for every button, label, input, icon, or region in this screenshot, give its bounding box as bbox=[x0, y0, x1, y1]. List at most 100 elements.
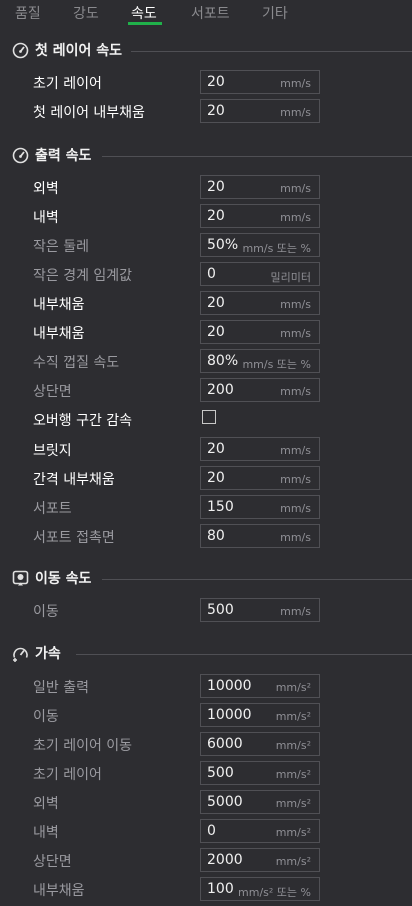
vertical-shell-speed-field[interactable]: 80% mm/s 또는 % bbox=[200, 349, 320, 373]
field-unit: mm/s bbox=[280, 298, 311, 311]
top-surface-acceleration-field[interactable]: 2000 mm/s² bbox=[200, 848, 320, 872]
sparse-infill-acceleration-field[interactable]: 100 mm/s² 또는 % bbox=[200, 877, 320, 901]
first-layer-infill-speed-field[interactable]: 20 mm/s bbox=[200, 99, 320, 123]
field-unit: mm/s bbox=[280, 77, 311, 90]
row-label: 외벽 bbox=[33, 181, 59, 197]
field-unit: mm/s bbox=[280, 502, 311, 515]
row-label: 일반 출력 bbox=[33, 680, 89, 696]
travel-icon bbox=[12, 570, 29, 586]
gap-infill-speed-field[interactable]: 20 mm/s bbox=[200, 466, 320, 490]
row-label: 작은 경계 임계값 bbox=[33, 268, 133, 284]
field-unit: mm/s² bbox=[275, 739, 311, 752]
tab-support[interactable]: 서포트 bbox=[191, 3, 230, 23]
initial-layer-speed-field[interactable]: 20 mm/s bbox=[200, 70, 320, 94]
field-value: 10000 bbox=[207, 678, 252, 694]
acceleration-icon bbox=[13, 647, 28, 662]
field-unit: mm/s² bbox=[275, 826, 311, 839]
field-value: 20 bbox=[207, 179, 225, 195]
field-unit: mm/s bbox=[280, 473, 311, 486]
row-label: 초기 레이어 bbox=[33, 767, 102, 783]
section-divider bbox=[131, 51, 412, 52]
outer-wall-acceleration-field[interactable]: 5000 mm/s² bbox=[200, 790, 320, 814]
support-interface-speed-field[interactable]: 80 mm/s bbox=[200, 524, 320, 548]
infill-speed-field[interactable]: 20 mm/s bbox=[200, 291, 320, 315]
row-label: 초기 레이어 bbox=[33, 76, 102, 92]
section-divider bbox=[102, 579, 412, 580]
speedometer-icon bbox=[12, 147, 29, 164]
row-label: 초기 레이어 이동 bbox=[33, 738, 133, 754]
field-unit: mm/s bbox=[280, 444, 311, 457]
tab-quality[interactable]: 품질 bbox=[15, 3, 41, 23]
field-value: 20 bbox=[207, 103, 225, 119]
tab-other[interactable]: 기타 bbox=[262, 3, 288, 23]
internal-solid-infill-speed-field[interactable]: 20 mm/s bbox=[200, 320, 320, 344]
field-value: 80 bbox=[207, 528, 225, 544]
small-perimeter-speed-field[interactable]: 50% mm/s 또는 % bbox=[200, 233, 320, 257]
small-perimeter-threshold-field[interactable]: 0 밀리미터 bbox=[200, 262, 320, 286]
outer-wall-speed-field[interactable]: 20 mm/s bbox=[200, 175, 320, 199]
section-divider bbox=[76, 654, 412, 655]
active-tab-indicator bbox=[128, 22, 162, 25]
inner-wall-speed-field[interactable]: 20 mm/s bbox=[200, 204, 320, 228]
row-label: 내부채움 bbox=[33, 883, 85, 899]
field-unit: mm/s² bbox=[275, 768, 311, 781]
field-value: 20 bbox=[207, 208, 225, 224]
row-label: 이동 bbox=[33, 709, 59, 725]
field-unit: mm/s bbox=[280, 385, 311, 398]
field-value: 50% bbox=[207, 237, 239, 253]
field-unit: mm/s² bbox=[275, 797, 311, 810]
field-value: 0 bbox=[207, 266, 216, 282]
initial-layer-acceleration-field[interactable]: 500 mm/s² bbox=[200, 761, 320, 785]
normal-print-acceleration-field[interactable]: 10000 mm/s² bbox=[200, 674, 320, 698]
field-unit: mm/s² bbox=[275, 855, 311, 868]
row-label: 내벽 bbox=[33, 825, 59, 841]
field-unit: mm/s² bbox=[275, 681, 311, 694]
field-unit: mm/s bbox=[280, 605, 311, 618]
field-value: 100 bbox=[207, 881, 234, 897]
field-unit: mm/s 또는 % bbox=[242, 242, 311, 255]
tab-bar: 품질 강도 속도 서포트 기타 bbox=[0, 0, 412, 26]
field-unit: mm/s bbox=[280, 531, 311, 544]
section-divider bbox=[102, 156, 412, 157]
row-label: 수직 껍질 속도 bbox=[33, 355, 120, 371]
row-label: 간격 내부채움 bbox=[33, 472, 115, 488]
section-title: 가속 bbox=[35, 646, 61, 662]
field-value: 500 bbox=[207, 602, 234, 618]
field-unit: mm/s bbox=[280, 327, 311, 340]
row-label: 상단면 bbox=[33, 384, 72, 400]
field-value: 500 bbox=[207, 765, 234, 781]
inner-wall-acceleration-field[interactable]: 0 mm/s² bbox=[200, 819, 320, 843]
field-value: 2000 bbox=[207, 852, 243, 868]
support-speed-field[interactable]: 150 mm/s bbox=[200, 495, 320, 519]
field-value: 80% bbox=[207, 353, 239, 369]
field-unit: mm/s bbox=[280, 106, 311, 119]
row-label: 상단면 bbox=[33, 854, 72, 870]
field-unit: mm/s bbox=[280, 182, 311, 195]
section-title: 이동 속도 bbox=[35, 571, 92, 587]
field-value: 20 bbox=[207, 324, 225, 340]
field-unit: mm/s bbox=[280, 211, 311, 224]
tab-strength[interactable]: 강도 bbox=[73, 3, 99, 23]
row-label: 내부채움 bbox=[33, 326, 85, 342]
row-label: 브릿지 bbox=[33, 443, 72, 459]
travel-speed-field[interactable]: 500 mm/s bbox=[200, 598, 320, 622]
field-value: 150 bbox=[207, 499, 234, 515]
initial-layer-travel-acceleration-field[interactable]: 6000 mm/s² bbox=[200, 732, 320, 756]
top-surface-speed-field[interactable]: 200 mm/s bbox=[200, 378, 320, 402]
tab-speed[interactable]: 속도 bbox=[131, 3, 157, 23]
field-value: 6000 bbox=[207, 736, 243, 752]
field-value: 5000 bbox=[207, 794, 243, 810]
field-value: 20 bbox=[207, 295, 225, 311]
row-label: 작은 둘레 bbox=[33, 239, 89, 255]
field-unit: mm/s² 또는 % bbox=[238, 886, 311, 899]
field-value: 20 bbox=[207, 74, 225, 90]
field-value: 200 bbox=[207, 382, 234, 398]
field-value: 20 bbox=[207, 470, 225, 486]
field-value: 20 bbox=[207, 441, 225, 457]
row-label: 서포트 bbox=[33, 501, 72, 517]
travel-acceleration-field[interactable]: 10000 mm/s² bbox=[200, 703, 320, 727]
bridge-speed-field[interactable]: 20 mm/s bbox=[200, 437, 320, 461]
row-label: 서포트 접촉면 bbox=[33, 530, 115, 546]
slow-down-overhang-checkbox[interactable] bbox=[202, 410, 216, 424]
field-unit: 밀리미터 bbox=[270, 271, 311, 284]
